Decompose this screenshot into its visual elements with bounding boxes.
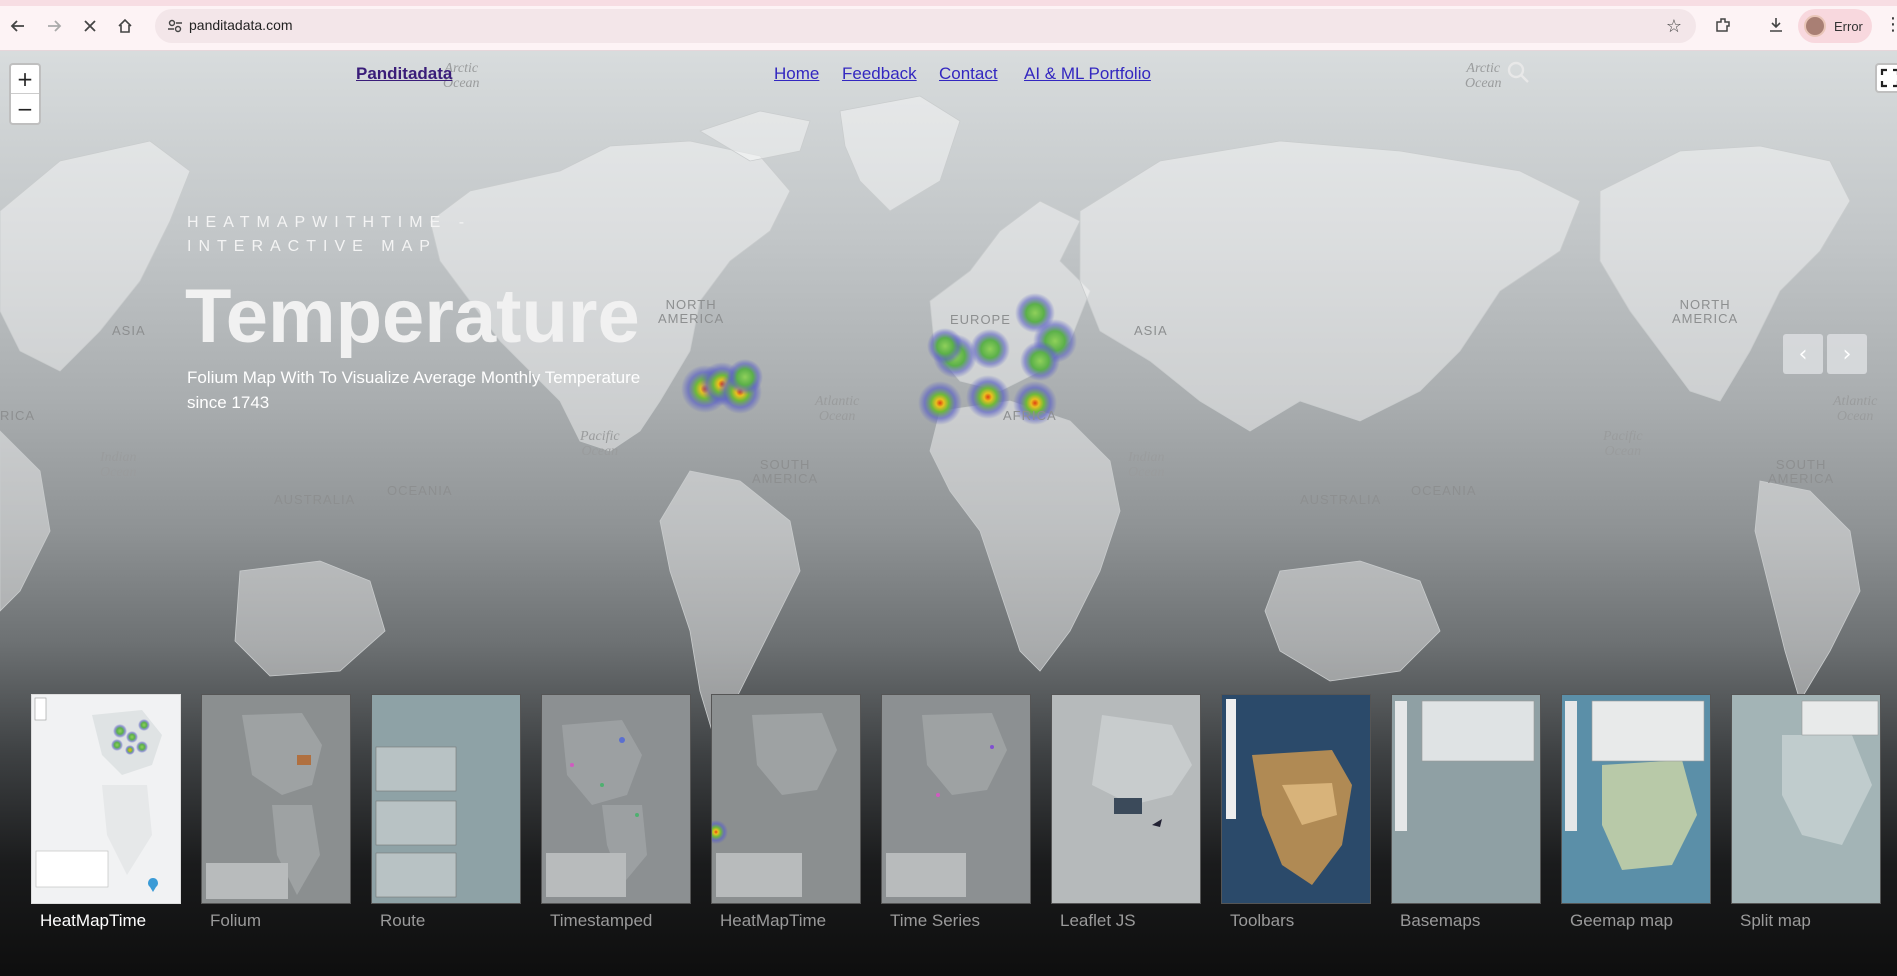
map-label-europe: EUROPE	[950, 312, 1011, 327]
url-text[interactable]: panditadata.com	[189, 17, 293, 33]
thumbnail-leaflet-js[interactable]	[1051, 694, 1201, 904]
map-label-arctic-ocean-right: Arctic Ocean	[1465, 61, 1502, 91]
map-label-indian-ocean: Indian Ocean	[1128, 450, 1165, 480]
map-label-north-america: NORTH AMERICA	[658, 297, 725, 326]
search-icon[interactable]	[1505, 59, 1531, 85]
bookmark-star-icon[interactable]: ☆	[1666, 16, 1682, 37]
extensions-icon[interactable]	[1711, 13, 1735, 37]
map-zoom-control: + −	[9, 63, 41, 125]
thumbnail-map-image	[206, 713, 322, 899]
thumbnail-map-image	[1092, 715, 1192, 827]
hero-eyebrow: HEATMAPWITHTIME - INTERACTIVE MAP	[187, 214, 472, 255]
thumbnail-label-basemaps[interactable]: Basemaps	[1400, 911, 1480, 931]
thumbnail-label-heatmaptime-2[interactable]: HeatMapTime	[720, 911, 826, 931]
map-label-australia-right: AUSTRALIA	[1300, 492, 1382, 507]
stop-loading-icon[interactable]	[78, 14, 102, 38]
back-icon[interactable]	[6, 14, 30, 38]
thumbnail-label-heatmaptime[interactable]: HeatMapTime	[40, 911, 146, 931]
map-label-oceania-right: OCEANIA	[1411, 483, 1477, 498]
thumbnail-split-map[interactable]	[1731, 694, 1881, 904]
thumbnail-basemaps[interactable]	[1391, 694, 1541, 904]
map-label-australia: AUSTRALIA	[274, 492, 356, 507]
hero-title: Temperature	[185, 274, 640, 359]
map-label-asia-left: ASIA	[112, 323, 146, 338]
map-label-oceania: OCEANIA	[387, 483, 453, 498]
thumbnail-map-image	[1782, 700, 1879, 845]
fullscreen-button[interactable]	[1875, 63, 1897, 93]
thumbnail-time-series[interactable]	[881, 694, 1031, 904]
nav-link-ai-ml-portfolio[interactable]: AI & ML Portfolio	[1024, 64, 1151, 84]
thumbnail-map-image	[1226, 699, 1352, 885]
thumbnail-heatmaptime-2[interactable]	[711, 694, 861, 904]
thumbnail-label-timestamped[interactable]: Timestamped	[550, 911, 652, 931]
chevron-right-icon: ›	[1842, 341, 1852, 367]
thumbnail-route[interactable]	[371, 694, 521, 904]
map-label-africa: AFRICA	[1003, 408, 1057, 423]
menu-kebab-icon[interactable]: ⋮	[1884, 14, 1897, 35]
profile-button[interactable]: Error	[1798, 9, 1872, 43]
page-content: NORTH AMERICA EUROPE ASIA AFRICA SOUTH AME…	[0, 51, 1897, 976]
fullscreen-icon	[1880, 68, 1897, 88]
thumbnail-map-image	[34, 697, 162, 892]
slider-prev-button[interactable]: ‹	[1783, 334, 1823, 374]
home-icon[interactable]	[113, 14, 137, 38]
hero-subtitle: Folium Map With To Visualize Average Mon…	[187, 368, 641, 412]
profile-status-label: Error	[1834, 18, 1863, 34]
zoom-in-button[interactable]: +	[11, 65, 39, 94]
map-label-atlantic-ocean-right: Atlantic Ocean	[1833, 394, 1878, 424]
map-label-pacific-ocean-right: Pacific Ocean	[1603, 429, 1643, 459]
nav-link-contact[interactable]: Contact	[939, 64, 998, 84]
slider-next-button[interactable]: ›	[1827, 334, 1867, 374]
thumbnail-label-time-series[interactable]: Time Series	[890, 911, 980, 931]
map-label-atlantic-ocean: Atlantic Ocean	[815, 394, 860, 424]
thumbnail-heatmaptime[interactable]	[31, 694, 181, 904]
chevron-left-icon: ‹	[1798, 341, 1808, 367]
thumbnail-label-folium[interactable]: Folium	[210, 911, 261, 931]
thumbnail-map-image	[712, 713, 837, 897]
tab-strip-edge	[0, 0, 1897, 6]
downloads-icon[interactable]	[1764, 13, 1788, 37]
avatar	[1804, 15, 1826, 37]
map-label-south-america: SOUTH AMERICA	[752, 457, 819, 486]
thumbnail-folium[interactable]	[201, 694, 351, 904]
map-label-indian-ocean-left: Indian Ocean	[100, 450, 137, 480]
map-label-north-america-right: NORTH AMERICA	[1672, 297, 1739, 326]
address-bar[interactable]: panditadata.com ☆	[155, 9, 1696, 43]
thumbnail-geemap-map[interactable]	[1561, 694, 1711, 904]
nav-link-home[interactable]: Home	[774, 64, 819, 84]
nav-link-feedback[interactable]: Feedback	[842, 64, 917, 84]
thumbnail-label-toolbars[interactable]: Toolbars	[1230, 911, 1294, 931]
thumbnail-map-image	[1395, 700, 1535, 831]
thumbnail-label-leaflet-js[interactable]: Leaflet JS	[1060, 911, 1136, 931]
thumbnail-label-split-map[interactable]: Split map	[1740, 911, 1811, 931]
map-label-south-america-right: SOUTH AMERICA	[1768, 457, 1835, 486]
thumbnail-map-image	[546, 720, 647, 897]
site-brand-link[interactable]: Panditadata	[356, 64, 452, 84]
zoom-out-button[interactable]: −	[11, 94, 39, 123]
thumbnail-map-image	[1565, 700, 1705, 870]
forward-icon[interactable]	[42, 14, 66, 38]
thumbnail-label-route[interactable]: Route	[380, 911, 425, 931]
thumbnail-map-image	[886, 713, 1007, 897]
carousel-thumbnails	[0, 694, 1897, 976]
thumbnail-map-image	[375, 746, 457, 898]
thumbnail-timestamped[interactable]	[541, 694, 691, 904]
thumbnail-toolbars[interactable]	[1221, 694, 1371, 904]
map-label-asia: ASIA	[1134, 323, 1168, 338]
thumbnail-label-geemap-map[interactable]: Geemap map	[1570, 911, 1673, 931]
site-settings-icon[interactable]	[167, 18, 183, 34]
map-label-pacific-ocean: Pacific Ocean	[580, 429, 620, 459]
browser-toolbar: panditadata.com ☆ Error ⋮	[0, 0, 1897, 51]
map-label-africa-left: RICA	[0, 408, 36, 423]
